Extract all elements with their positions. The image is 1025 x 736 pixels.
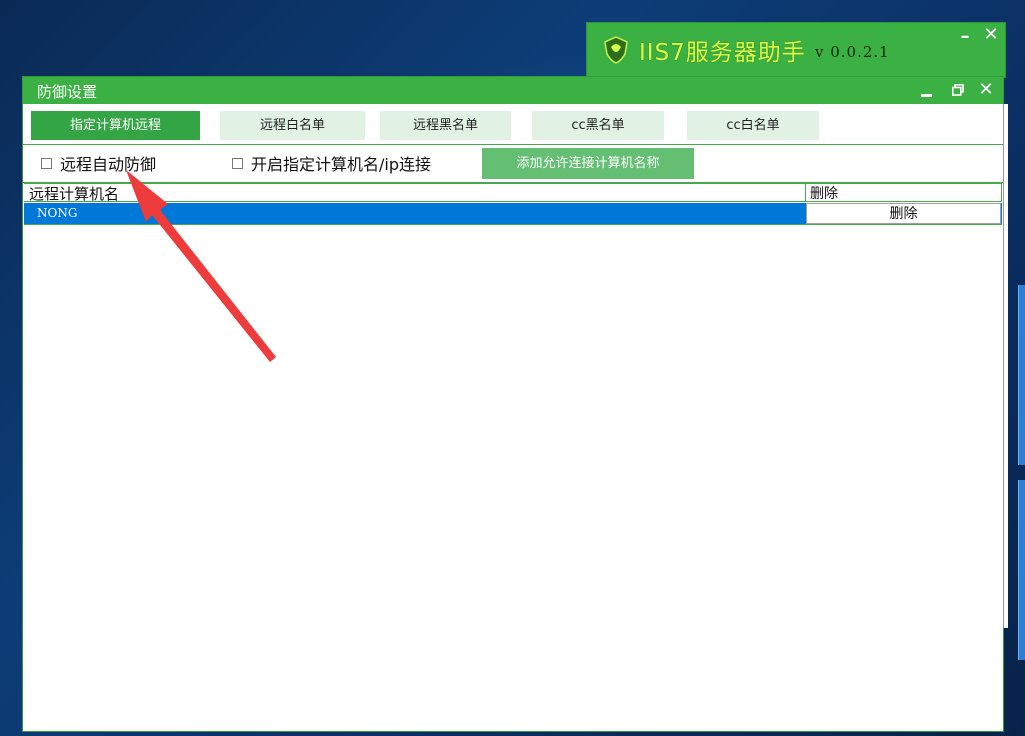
tab-cc-whitelist[interactable]: cc白名单 — [687, 111, 819, 140]
tab-bar: 指定计算机远程 远程白名单 远程黑名单 cc黑名单 cc白名单 — [23, 104, 1003, 145]
minimize-icon[interactable] — [917, 80, 937, 100]
auto-defense-label: 远程自动防御 — [60, 155, 157, 174]
restore-icon[interactable] — [948, 80, 968, 100]
enable-whitelist-checkbox[interactable]: 开启指定计算机名/ip连接 — [232, 153, 431, 174]
column-divider — [1001, 184, 1002, 202]
add-allowed-computer-button[interactable]: 添加允许连接计算机名称 — [482, 148, 694, 179]
close-icon[interactable]: ✕ — [983, 26, 999, 44]
enable-whitelist-label: 开启指定计算机名/ip连接 — [251, 155, 431, 174]
close-icon[interactable]: ✕ — [976, 80, 996, 100]
defense-settings-dialog: 防御设置 ✕ 指定计算机远程 远程白名单 远程黑名单 cc黑名单 cc白名单 远… — [22, 76, 1004, 732]
checkbox-icon[interactable] — [41, 157, 52, 169]
minimize-icon[interactable]: – — [957, 28, 973, 46]
background-window-edge — [1018, 480, 1025, 660]
row-delete-button[interactable]: 删除 — [806, 203, 1001, 224]
table-row[interactable]: NONG 删除 — [24, 203, 1002, 225]
background-window-edge — [1018, 285, 1025, 465]
shield-logo-icon — [604, 36, 628, 64]
checkbox-icon[interactable] — [232, 157, 243, 169]
tab-remote-whitelist[interactable]: 远程白名单 — [220, 111, 365, 140]
column-divider — [805, 184, 806, 202]
main-app-window: IIS7服务器助手 v 0.0.2.1 – ✕ — [586, 22, 1006, 78]
column-header-computer-name[interactable]: 远程计算机名 — [29, 183, 119, 204]
tab-remote-blacklist[interactable]: 远程黑名单 — [380, 111, 511, 140]
grid-header: 远程计算机名 删除 — [24, 183, 1002, 204]
main-app-version: v 0.0.2.1 — [815, 43, 890, 61]
dialog-titlebar: 防御设置 ✕ — [23, 77, 1003, 104]
column-header-delete[interactable]: 删除 — [810, 183, 838, 203]
row-computer-name: NONG — [37, 206, 78, 220]
auto-defense-checkbox[interactable]: 远程自动防御 — [41, 153, 157, 174]
main-app-title: IIS7服务器助手 — [639, 40, 806, 66]
dialog-title: 防御设置 — [37, 83, 98, 101]
tab-cc-blacklist[interactable]: cc黑名单 — [532, 111, 664, 140]
computer-name-grid: 远程计算机名 删除 NONG 删除 — [24, 183, 1002, 225]
options-row: 远程自动防御 开启指定计算机名/ip连接 添加允许连接计算机名称 — [23, 145, 1003, 183]
tab-specified-computer-remote[interactable]: 指定计算机远程 — [31, 111, 200, 140]
scrollbar-edge — [1003, 104, 1008, 628]
